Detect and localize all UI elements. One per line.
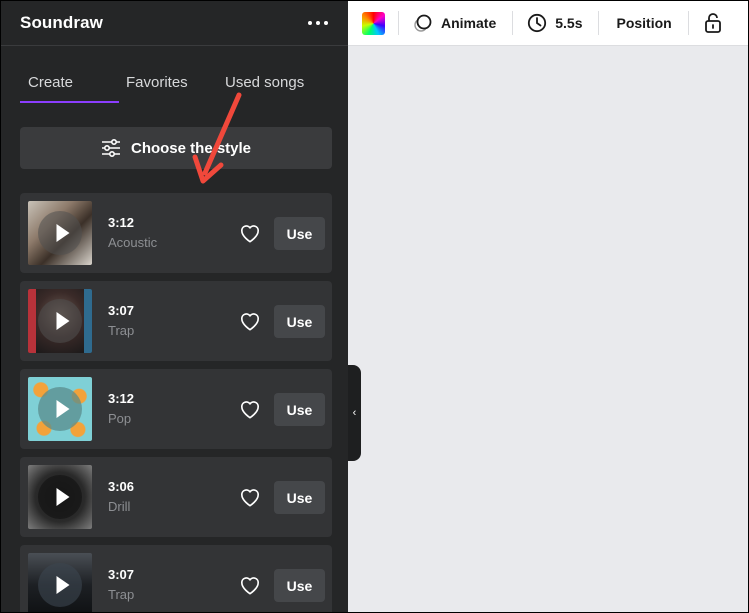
song-genre: Trap [108, 587, 135, 602]
chevron-left-icon: ‹ [352, 407, 357, 419]
song-thumbnail-play[interactable] [28, 289, 92, 353]
song-duration: 3:06 [108, 479, 135, 494]
heart-icon[interactable] [239, 399, 261, 419]
play-icon [56, 488, 70, 506]
position-button[interactable]: Position [616, 15, 671, 31]
toolbar-divider [512, 11, 514, 35]
panel-title: Soundraw [20, 13, 103, 32]
song-duration: 3:12 [108, 215, 135, 230]
animate-icon [414, 14, 432, 32]
sliders-icon [101, 139, 120, 157]
song-thumbnail-play[interactable] [28, 553, 92, 612]
active-tab-indicator [20, 101, 119, 103]
duration-button[interactable]: 5.5s [527, 13, 582, 33]
toolbar-divider [687, 11, 689, 35]
choose-style-button[interactable]: Choose the style [20, 127, 332, 169]
song-card: 3:12 Acoustic Use [20, 193, 332, 273]
use-button[interactable]: Use [274, 481, 325, 514]
song-genre: Trap [108, 323, 135, 338]
song-genre: Acoustic [108, 235, 158, 250]
song-duration: 3:12 [108, 391, 135, 406]
song-genre: Drill [108, 499, 131, 514]
song-card: 3:06 Drill Use [20, 457, 332, 537]
play-icon [56, 224, 70, 242]
song-card: 3:07 Trap Use [20, 281, 332, 361]
song-card: 3:07 Trap Use [20, 545, 332, 612]
soundraw-panel: Soundraw Create Favorites Used songs Cho… [1, 1, 348, 612]
animate-label: Animate [441, 15, 497, 31]
unlock-icon [704, 13, 721, 33]
song-thumbnail-play[interactable] [28, 465, 92, 529]
heart-icon[interactable] [239, 487, 261, 507]
color-picker-icon[interactable] [362, 11, 385, 35]
song-card: 3:12 Pop Use [20, 369, 332, 449]
annotation-arrow [192, 92, 242, 184]
song-thumbnail-play[interactable] [28, 377, 92, 441]
play-icon [56, 576, 70, 594]
use-button[interactable]: Use [274, 569, 325, 602]
duration-label: 5.5s [555, 15, 583, 31]
toolbar-divider [598, 11, 600, 35]
use-button[interactable]: Use [274, 305, 325, 338]
toolbar-divider [398, 11, 399, 35]
collapse-panel-handle[interactable]: ‹ [348, 365, 361, 461]
song-thumbnail-play[interactable] [28, 201, 92, 265]
editor-toolbar: Animate 5.5s Position [348, 1, 748, 46]
heart-icon[interactable] [239, 575, 261, 595]
animate-button[interactable]: Animate [413, 13, 496, 33]
play-icon [56, 312, 70, 330]
play-icon [56, 400, 70, 418]
more-options-icon[interactable] [308, 21, 328, 25]
tab-favorites[interactable]: Favorites [126, 74, 188, 91]
position-label: Position [616, 15, 672, 31]
song-duration: 3:07 [108, 567, 135, 582]
use-button[interactable]: Use [274, 393, 325, 426]
tab-create[interactable]: Create [28, 74, 73, 91]
lock-button[interactable] [703, 12, 723, 34]
panel-header: Soundraw [1, 1, 348, 46]
song-duration: 3:07 [108, 303, 135, 318]
heart-icon[interactable] [239, 223, 261, 243]
tab-bar: Create Favorites Used songs [1, 46, 348, 104]
use-button[interactable]: Use [274, 217, 325, 250]
clock-icon [528, 13, 547, 33]
heart-icon[interactable] [239, 311, 261, 331]
song-genre: Pop [108, 411, 132, 426]
app-frame: Soundraw Create Favorites Used songs Cho… [1, 1, 748, 612]
